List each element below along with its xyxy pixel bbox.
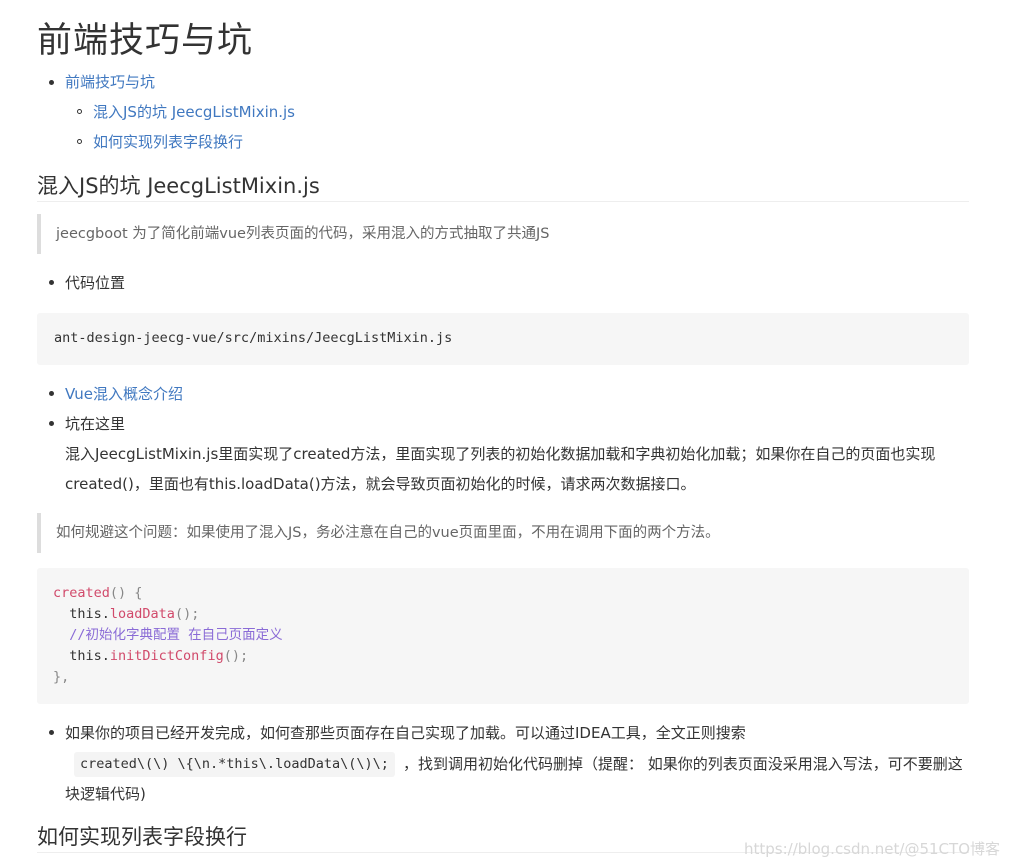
toc-link-mixin[interactable]: 混入JS的坑 JeecgListMixin.js bbox=[93, 100, 295, 124]
code-path: ant-design-jeecg-vue/src/mixins/JeecgLis… bbox=[54, 330, 453, 346]
bullet-disc-icon bbox=[49, 730, 54, 735]
bullet-disc-icon bbox=[49, 421, 54, 426]
bullet-disc-icon bbox=[49, 391, 54, 396]
bullet-circle-icon bbox=[77, 109, 82, 114]
toc-subitem: 如何实现列表字段换行 bbox=[37, 130, 637, 160]
pit-paragraph-line: 混入JeecgListMixin.js里面实现了created方法，里面实现了列… bbox=[65, 445, 936, 463]
code-block-created: created() { this.loadData(); //初始化字典配置 在… bbox=[37, 568, 969, 704]
list-item-text: 坑在这里 bbox=[65, 415, 126, 433]
inline-code-regex: created\(\) \{\n.*this\.loadData\(\)\; bbox=[74, 752, 395, 777]
code-comment: //初始化字典配置 在自己页面定义 bbox=[53, 627, 283, 643]
code-line: created() { bbox=[53, 585, 143, 601]
search-paragraph-line: ，找到调用初始化代码删掉（提醒： 如果你的列表页面没采用混入写法，可不要删这 bbox=[403, 755, 963, 773]
table-of-contents: 前端技巧与坑 混入JS的坑 JeecgListMixin.js 如何实现列表字段… bbox=[37, 70, 637, 160]
bullet-disc-icon bbox=[49, 280, 54, 285]
code-block-path: ant-design-jeecg-vue/src/mixins/JeecgLis… bbox=[37, 313, 969, 365]
code-line: }, bbox=[53, 669, 70, 685]
list-item-text: 代码位置 bbox=[65, 274, 126, 292]
vue-mixin-link[interactable]: Vue混入概念介绍 bbox=[65, 379, 183, 409]
bullet-disc-icon bbox=[49, 80, 54, 85]
toc-subitem: 混入JS的坑 JeecgListMixin.js bbox=[37, 100, 637, 130]
toc-item: 前端技巧与坑 bbox=[37, 70, 637, 100]
watermark: https://blog.csdn.net/@51CTO博客 bbox=[744, 840, 1000, 858]
toc-link-line-wrap[interactable]: 如何实现列表字段换行 bbox=[93, 130, 243, 154]
page-title: 前端技巧与坑 bbox=[37, 21, 254, 61]
toc-link-main[interactable]: 前端技巧与坑 bbox=[65, 70, 155, 94]
code-line: this.initDictConfig(); bbox=[53, 648, 249, 664]
blockquote: jeecgboot 为了简化前端vue列表页面的代码，采用混入的方式抽取了共通J… bbox=[37, 214, 971, 254]
search-paragraph-line: 块逻辑代码) bbox=[65, 785, 146, 803]
bullet-circle-icon bbox=[77, 139, 82, 144]
section-heading-mixin: 混入JS的坑 JeecgListMixin.js bbox=[37, 170, 969, 202]
list-item-text: 如果你的项目已经开发完成，如何查那些页面存在自己实现了加载。可以通过IDEA工具… bbox=[65, 724, 746, 742]
code-line: this.loadData(); bbox=[53, 606, 200, 622]
pit-paragraph-line: created()，里面也有this.loadData()方法，就会导致页面初始… bbox=[65, 475, 696, 493]
blockquote: 如何规避这个问题：如果使用了混入JS，务必注意在自己的vue页面里面，不用在调用… bbox=[37, 513, 971, 553]
